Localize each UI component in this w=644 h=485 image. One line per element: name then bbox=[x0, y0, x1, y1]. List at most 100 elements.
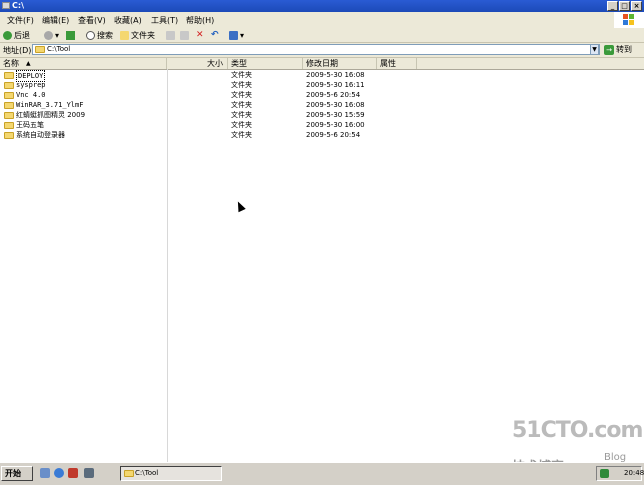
file-row[interactable]: DEPLOY 文件夹 2009-5-30 16:08 bbox=[0, 70, 644, 82]
watermark-site: 51CTO.com bbox=[512, 418, 643, 443]
file-row[interactable]: Vnc 4.0 文件夹 2009-5-6 20:54 bbox=[0, 90, 644, 100]
menu-bar: 文件(F) 编辑(E) 查看(V) 收藏(A) 工具(T) 帮助(H) bbox=[0, 12, 644, 29]
close-button[interactable]: × bbox=[631, 1, 642, 11]
file-list-view: 名称 ▲ 大小 类型 修改日期 属性 DEPLOY 文件夹 2009-5-30 … bbox=[0, 58, 644, 462]
column-size[interactable]: 大小 bbox=[167, 58, 228, 69]
file-modified: 2009-5-30 16:08 bbox=[306, 71, 365, 79]
menu-edit[interactable]: 编辑(E) bbox=[42, 15, 69, 26]
taskbar-window-button[interactable]: C:\Tool bbox=[120, 466, 222, 481]
menu-tools[interactable]: 工具(T) bbox=[151, 15, 178, 26]
folder-icon bbox=[4, 92, 14, 99]
copy-to-button[interactable] bbox=[180, 30, 191, 41]
file-modified: 2009-5-30 16:00 bbox=[306, 121, 365, 129]
window-title: C:\ bbox=[12, 1, 24, 10]
back-button[interactable]: 后退 bbox=[3, 30, 30, 41]
folder-icon bbox=[4, 112, 14, 119]
folder-icon bbox=[4, 102, 14, 109]
maximize-button[interactable]: □ bbox=[619, 1, 630, 11]
column-modified[interactable]: 修改日期 bbox=[303, 58, 377, 69]
file-row[interactable]: WinRAR_3.71_YlmF 文件夹 2009-5-30 16:08 bbox=[0, 100, 644, 110]
up-arrow-icon bbox=[66, 31, 75, 40]
start-button[interactable]: 开始 bbox=[1, 466, 33, 481]
folder-icon bbox=[4, 132, 14, 139]
move-to-icon bbox=[166, 31, 175, 40]
column-name[interactable]: 名称 ▲ bbox=[0, 58, 167, 69]
folders-button[interactable]: 文件夹 bbox=[120, 30, 155, 41]
file-type: 文件夹 bbox=[231, 121, 252, 129]
up-folder-button[interactable] bbox=[66, 30, 77, 41]
file-type: 文件夹 bbox=[231, 91, 252, 99]
title-bar: C:\ _ □ × bbox=[0, 0, 644, 12]
folder-icon bbox=[4, 72, 14, 79]
start-label: 开始 bbox=[5, 469, 21, 478]
go-arrow-icon: → bbox=[604, 44, 614, 55]
folders-label: 文件夹 bbox=[131, 31, 155, 40]
windows-logo-icon bbox=[614, 12, 644, 28]
search-label: 搜索 bbox=[97, 31, 113, 40]
file-modified: 2009-5-6 20:54 bbox=[306, 91, 361, 99]
file-type: 文件夹 bbox=[231, 131, 252, 139]
forward-button[interactable]: ▾ bbox=[44, 30, 59, 41]
file-name: 王码五笔 bbox=[16, 121, 44, 129]
views-button[interactable]: ▾ bbox=[229, 30, 244, 41]
file-type: 文件夹 bbox=[231, 71, 252, 79]
show-desktop-icon[interactable] bbox=[40, 468, 50, 478]
address-bar: 地址(D) C:\Tool ▼ → 转到 bbox=[0, 43, 644, 58]
sort-ascending-icon: ▲ bbox=[26, 60, 31, 67]
file-name: 红蜻蜓抓图精灵 2009 bbox=[16, 111, 86, 119]
file-modified: 2009-5-30 16:11 bbox=[306, 81, 365, 89]
menu-favorites[interactable]: 收藏(A) bbox=[114, 15, 142, 26]
file-modified: 2009-5-30 15:59 bbox=[306, 111, 365, 119]
address-label: 地址(D) bbox=[3, 46, 32, 55]
menu-file[interactable]: 文件(F) bbox=[7, 15, 34, 26]
delete-x-icon: ✕ bbox=[196, 30, 204, 40]
delete-button[interactable]: ✕ bbox=[196, 30, 204, 41]
taskbar: 开始 C:\Tool 20:48 bbox=[0, 462, 644, 485]
menu-view[interactable]: 查看(V) bbox=[78, 15, 106, 26]
column-type[interactable]: 类型 bbox=[228, 58, 303, 69]
move-to-button[interactable] bbox=[166, 30, 177, 41]
back-label: 后退 bbox=[14, 31, 30, 40]
file-type: 文件夹 bbox=[231, 111, 252, 119]
go-button[interactable]: → 转到 bbox=[604, 44, 632, 56]
folder-icon bbox=[124, 470, 134, 477]
forward-arrow-icon bbox=[44, 31, 53, 40]
menu-help[interactable]: 帮助(H) bbox=[186, 15, 214, 26]
file-name: Vnc 4.0 bbox=[16, 91, 46, 99]
folder-icon bbox=[4, 82, 14, 89]
toolbar: 后退 ▾ 搜索 文件夹 ✕ ↶ ▾ bbox=[0, 28, 644, 43]
file-row[interactable]: 红蜻蜓抓图精灵 2009 文件夹 2009-5-30 15:59 bbox=[0, 110, 644, 120]
go-label: 转到 bbox=[616, 45, 632, 54]
minimize-button[interactable]: _ bbox=[607, 1, 618, 11]
copy-to-icon bbox=[180, 31, 189, 40]
file-modified: 2009-5-30 16:08 bbox=[306, 101, 365, 109]
internet-explorer-icon[interactable] bbox=[54, 468, 64, 478]
column-name-label: 名称 bbox=[3, 59, 19, 68]
address-input[interactable]: C:\Tool bbox=[32, 44, 600, 55]
file-row[interactable]: sysprep 文件夹 2009-5-30 16:11 bbox=[0, 80, 644, 90]
file-name: WinRAR_3.71_YlmF bbox=[16, 101, 84, 109]
search-icon bbox=[86, 31, 95, 40]
undo-button[interactable]: ↶ bbox=[211, 30, 219, 41]
file-type: 文件夹 bbox=[231, 81, 252, 89]
folders-icon bbox=[120, 31, 129, 40]
column-attributes[interactable]: 属性 bbox=[377, 58, 417, 69]
file-row[interactable]: 王码五笔 文件夹 2009-5-30 16:00 bbox=[0, 120, 644, 130]
views-icon bbox=[229, 31, 238, 40]
address-dropdown-button[interactable]: ▼ bbox=[590, 44, 599, 55]
file-name: 系统自动登录器 bbox=[16, 131, 65, 139]
taskbar-window-label: C:\Tool bbox=[135, 469, 159, 477]
tray-vnc-icon[interactable] bbox=[600, 469, 609, 478]
address-value: C:\Tool bbox=[47, 45, 71, 53]
search-button[interactable]: 搜索 bbox=[86, 30, 113, 41]
column-header-row: 名称 ▲ 大小 类型 修改日期 属性 bbox=[0, 58, 644, 70]
vnc-icon[interactable] bbox=[68, 468, 78, 478]
folder-icon bbox=[35, 46, 45, 53]
back-arrow-icon bbox=[3, 31, 12, 40]
file-row[interactable]: 系统自动登录器 文件夹 2009-5-6 20:54 bbox=[0, 130, 644, 140]
file-type: 文件夹 bbox=[231, 101, 252, 109]
undo-icon: ↶ bbox=[211, 30, 219, 40]
file-modified: 2009-5-6 20:54 bbox=[306, 131, 361, 139]
clock: 20:48 bbox=[624, 469, 644, 477]
quick-launch-app-icon[interactable] bbox=[84, 468, 94, 478]
